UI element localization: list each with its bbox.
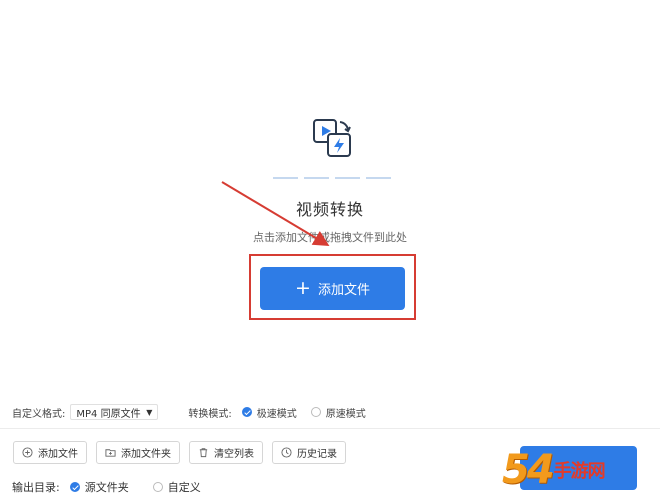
radio-unchecked-icon bbox=[152, 482, 163, 492]
output-source-folder[interactable]: 源文件夹 bbox=[69, 479, 129, 495]
add-folder-label: 添加文件夹 bbox=[121, 449, 171, 460]
folder-icon bbox=[105, 449, 116, 457]
add-folder-button[interactable]: 添加文件夹 bbox=[96, 441, 180, 464]
mode-fast-label: 极速模式 bbox=[256, 408, 297, 420]
radio-checked-icon bbox=[241, 407, 252, 417]
add-file-main-label: 添加文件 bbox=[317, 283, 370, 298]
output-custom-label: 自定义 bbox=[167, 481, 201, 494]
add-file-main-button[interactable]: + 添加文件 bbox=[260, 267, 405, 310]
history-button[interactable]: 历史记录 bbox=[272, 441, 346, 464]
format-value: MP4 同原文件 bbox=[76, 408, 141, 420]
mode-label: 转换模式: bbox=[188, 408, 232, 420]
watermark-number: 54 bbox=[502, 447, 555, 493]
add-file-button[interactable]: 添加文件 bbox=[13, 441, 87, 464]
mode-original-label: 原速模式 bbox=[325, 408, 366, 420]
trash-icon bbox=[199, 448, 208, 458]
options-row: 自定义格式: MP4 同原文件 ▼ 转换模式: 极速模式 原速模式 bbox=[12, 404, 366, 420]
watermark-text: 手游网 bbox=[553, 461, 606, 482]
clock-icon bbox=[281, 447, 292, 458]
output-custom[interactable]: 自定义 bbox=[152, 479, 201, 495]
output-source-label: 源文件夹 bbox=[84, 481, 129, 494]
toolbar: 添加文件 添加文件夹 清空列表 历史记录 bbox=[13, 441, 346, 464]
radio-checked-icon bbox=[69, 482, 80, 492]
divider bbox=[0, 428, 660, 429]
radio-unchecked-icon bbox=[310, 407, 321, 417]
plus-circle-icon bbox=[22, 447, 33, 458]
caret-down-icon: ▼ bbox=[146, 407, 153, 417]
plus-icon: + bbox=[295, 277, 311, 299]
video-convert-icon bbox=[313, 119, 351, 157]
drop-hint: 点击添加文件或拖拽文件到此处 bbox=[253, 231, 407, 244]
annotation-arrow bbox=[221, 181, 330, 247]
history-label: 历史记录 bbox=[297, 449, 337, 460]
output-label: 输出目录: bbox=[12, 481, 60, 494]
clear-list-label: 清空列表 bbox=[214, 449, 254, 460]
mode-original[interactable]: 原速模式 bbox=[310, 405, 366, 420]
format-select[interactable]: MP4 同原文件 ▼ bbox=[70, 404, 159, 420]
page-title: 视频转换 bbox=[295, 200, 364, 219]
output-row: 输出目录: 源文件夹 自定义 bbox=[12, 479, 201, 495]
decorative-dashes bbox=[273, 177, 391, 179]
watermark-logo: 54 手游网 bbox=[502, 440, 660, 500]
clear-list-button[interactable]: 清空列表 bbox=[189, 441, 263, 464]
mode-fast[interactable]: 极速模式 bbox=[241, 405, 297, 420]
add-file-label: 添加文件 bbox=[38, 449, 78, 460]
format-label: 自定义格式: bbox=[12, 408, 66, 420]
